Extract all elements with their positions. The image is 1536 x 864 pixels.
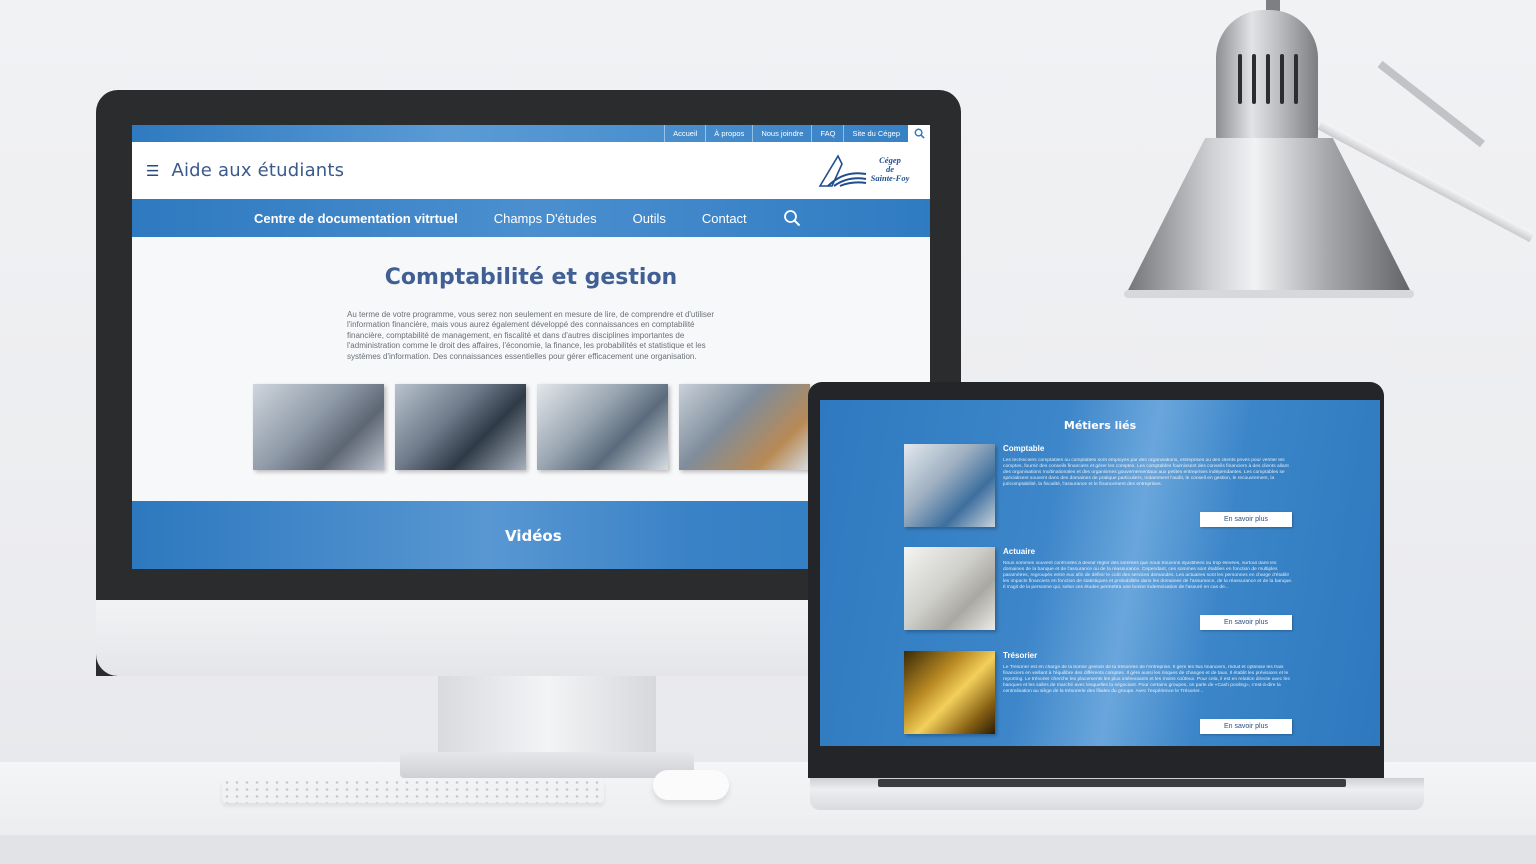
nav-item-outils[interactable]: Outils: [633, 211, 666, 226]
job-title: Comptable: [1003, 444, 1045, 453]
learn-more-button[interactable]: En savoir plus: [1200, 615, 1292, 630]
utility-nav: Accueil À propos Nous joindre FAQ Site d…: [132, 125, 930, 142]
job-title: Actuaire: [1003, 547, 1036, 556]
lamp-head: [1216, 10, 1318, 142]
lamp-shade: [1124, 138, 1414, 298]
lamp-arm-upper: [1377, 60, 1485, 148]
mouse: [653, 770, 729, 800]
photo-laptop-work[interactable]: [253, 384, 384, 471]
site-title[interactable]: Aide aux étudiants: [171, 160, 344, 181]
cegep-logo-mark: [818, 154, 867, 187]
lamp-rim: [1124, 290, 1414, 298]
search-icon: [914, 128, 925, 139]
job-card: Comptable Les techniciens comptables ou …: [904, 444, 1296, 528]
menu-icon[interactable]: ☰: [146, 162, 159, 180]
intro-paragraph: Au terme de votre programme, vous serez …: [347, 310, 715, 361]
nav-item-contact[interactable]: Contact: [702, 211, 747, 226]
photo-meeting[interactable]: [395, 384, 526, 471]
lamp-vent: [1266, 54, 1270, 104]
job-card: Actuaire Nous sommes souvent confrontés …: [904, 547, 1296, 631]
lamp-vent: [1280, 54, 1284, 104]
learn-more-button[interactable]: En savoir plus: [1200, 719, 1292, 734]
photo-tablet-charts[interactable]: [537, 384, 668, 471]
job-title: Trésorier: [1003, 651, 1038, 660]
lamp-vent: [1238, 54, 1242, 104]
logo-text: Cégep de Sainte-Foy: [864, 156, 916, 183]
job-description: Nous sommes souvent confrontés à devoir …: [1003, 561, 1293, 591]
logo-text-line: Sainte-Foy: [870, 173, 910, 183]
cegep-logo[interactable]: Cégep de Sainte-Foy: [818, 152, 916, 190]
monitor-stand: [438, 676, 656, 756]
topbar-link-nous-joindre[interactable]: Nous joindre: [752, 125, 811, 142]
photo-calculator[interactable]: [679, 384, 810, 471]
job-description: Les techniciens comptables ou comptables…: [1003, 458, 1289, 488]
page-title: Comptabilité et gestion: [384, 265, 678, 290]
job-card: Trésorier Le Trésorier est en charge de …: [904, 651, 1296, 735]
job-image-actuaire: [904, 547, 995, 630]
main-nav: Centre de documentation vitrtuel Champs …: [132, 199, 930, 237]
site-header: ☰ Aide aux étudiants Cégep de Sainte-Foy: [132, 142, 930, 199]
laptop-keyboard: [878, 779, 1346, 787]
topbar-link-faq[interactable]: FAQ: [811, 125, 843, 142]
topbar-link-a-propos[interactable]: À propos: [705, 125, 752, 142]
job-description: Le Trésorier est en charge de la bonne g…: [1003, 665, 1290, 695]
search-icon[interactable]: [783, 209, 801, 227]
nav-item-champs-etudes[interactable]: Champs D'études: [494, 211, 597, 226]
topbar-link-site-cegep[interactable]: Site du Cégep: [843, 125, 908, 142]
topbar-search-button[interactable]: [908, 125, 930, 142]
monitor-foot: [400, 752, 694, 778]
laptop-screen: Métiers liés Comptable Les techniciens c…: [820, 400, 1380, 746]
nav-item-centre-documentation[interactable]: Centre de documentation vitrtuel: [254, 211, 458, 226]
videos-heading: Vidéos: [505, 527, 562, 545]
lamp-vent: [1252, 54, 1256, 104]
job-image-tresorier: [904, 651, 995, 734]
desk-edge: [0, 835, 1536, 864]
keyboard: [222, 779, 604, 803]
lamp-vent: [1294, 54, 1298, 104]
job-image-comptable: [904, 444, 995, 527]
learn-more-button[interactable]: En savoir plus: [1200, 512, 1292, 527]
section-title: Métiers liés: [1063, 419, 1137, 432]
topbar-link-accueil[interactable]: Accueil: [664, 125, 705, 142]
